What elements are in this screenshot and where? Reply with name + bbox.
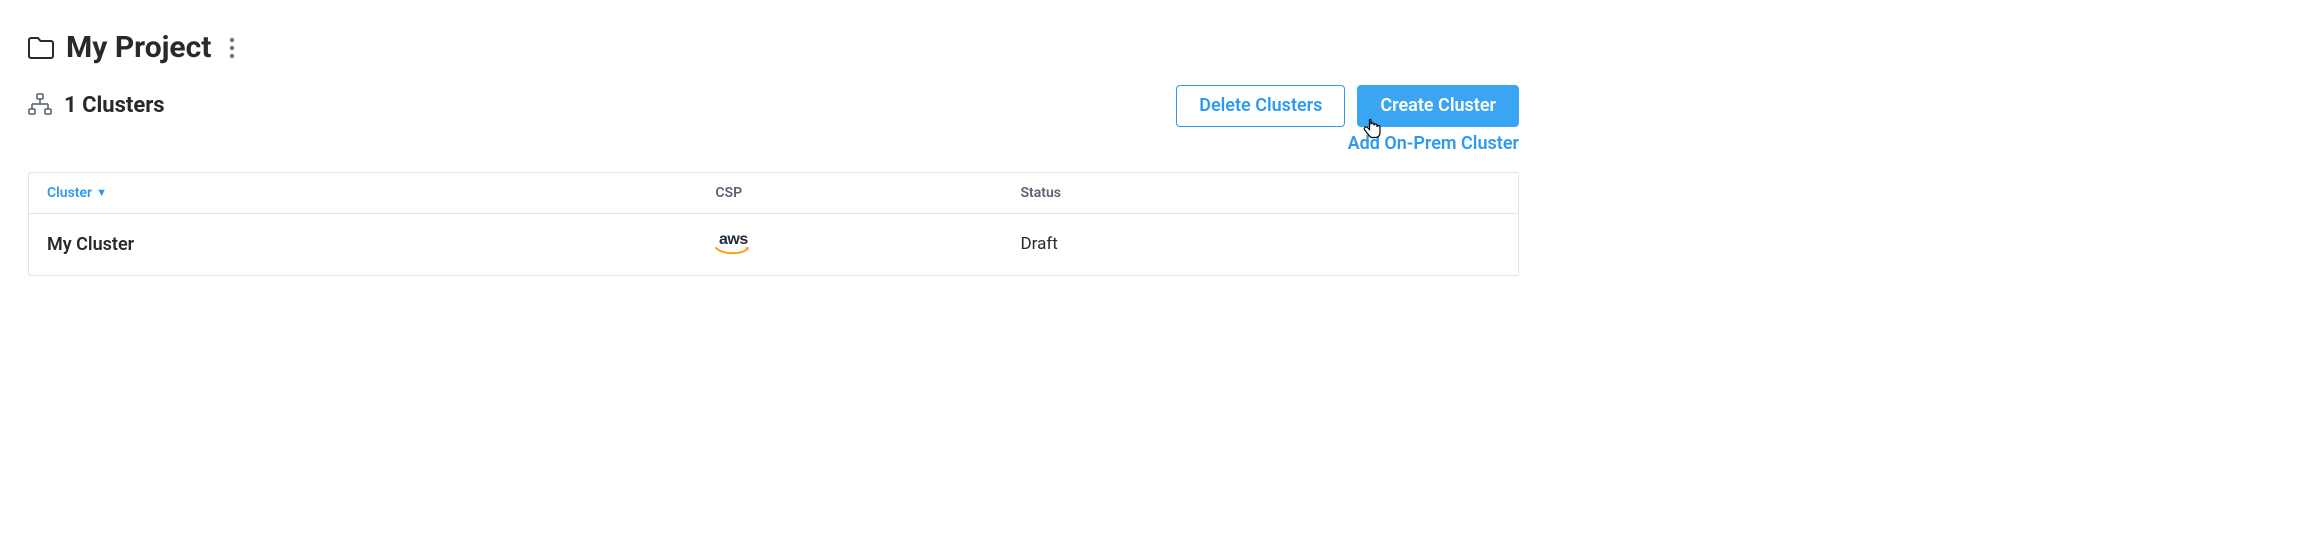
sub-header-row: 1 Clusters Delete Clusters Create Cluste…	[28, 85, 1519, 127]
cell-cluster-name: My Cluster	[47, 234, 715, 255]
column-header-status[interactable]: Status	[1021, 185, 1501, 201]
cell-status: Draft	[1021, 234, 1501, 254]
aws-smile-icon	[715, 247, 751, 257]
network-icon	[28, 93, 52, 119]
cluster-count-label: 1 Clusters	[64, 93, 165, 118]
delete-clusters-button[interactable]: Delete Clusters	[1176, 85, 1345, 127]
project-header: My Project	[28, 30, 1519, 65]
aws-icon-text: aws	[719, 232, 748, 248]
create-cluster-button[interactable]: Create Cluster	[1357, 85, 1519, 127]
sort-desc-icon: ▼	[96, 186, 107, 199]
table-row[interactable]: My Cluster aws Draft	[29, 214, 1518, 275]
cell-csp: aws	[715, 232, 1020, 257]
table-header-row: Cluster ▼ CSP Status	[29, 173, 1518, 214]
actions-group: Delete Clusters Create Cluster	[1176, 85, 1519, 127]
page-title: My Project	[66, 30, 211, 65]
column-header-csp[interactable]: CSP	[715, 185, 1020, 201]
secondary-actions: Add On-Prem Cluster	[28, 133, 1519, 154]
clusters-table: Cluster ▼ CSP Status My Cluster aws Draf…	[28, 172, 1519, 276]
cluster-count-group: 1 Clusters	[28, 93, 165, 119]
column-header-cluster[interactable]: Cluster ▼	[47, 185, 715, 201]
folder-icon	[28, 37, 54, 59]
column-header-cluster-label: Cluster	[47, 185, 92, 201]
add-onprem-link[interactable]: Add On-Prem Cluster	[1348, 133, 1519, 154]
kebab-menu-icon[interactable]	[229, 37, 235, 59]
aws-icon: aws	[715, 232, 751, 257]
